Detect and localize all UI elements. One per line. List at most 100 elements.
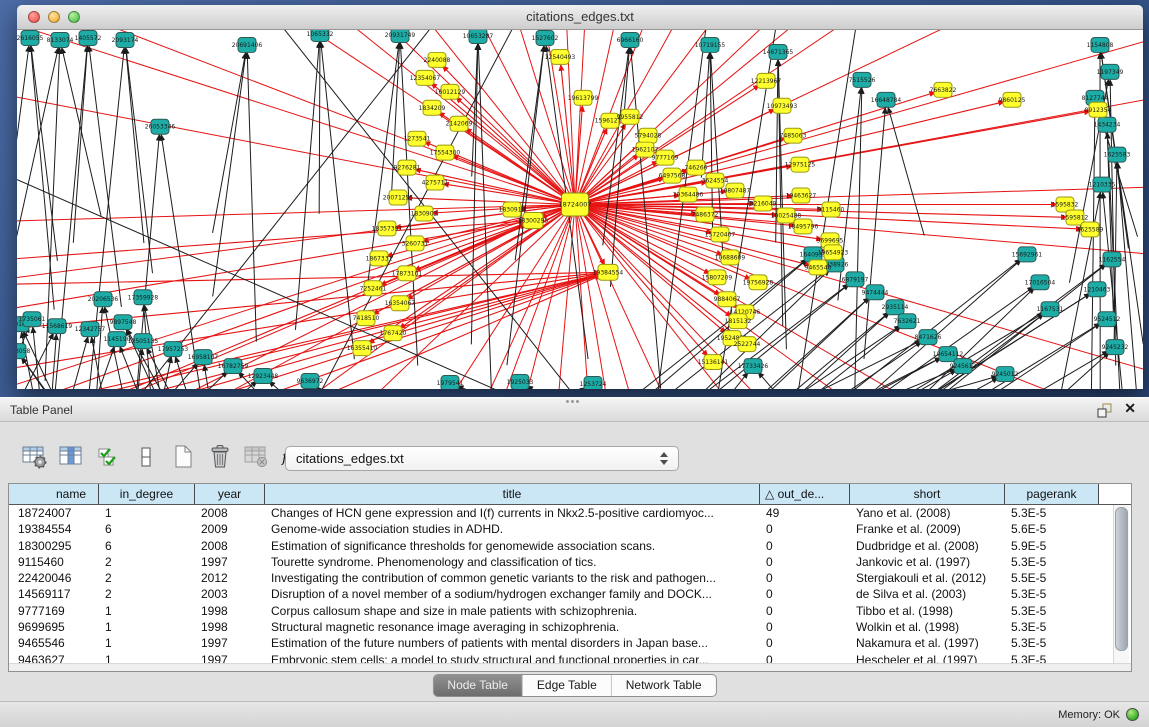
network-node[interactable]: 5794028 [635, 128, 662, 143]
tab-network-table[interactable]: Network Table [611, 675, 716, 696]
network-node[interactable]: 11568619 [42, 319, 73, 334]
network-node[interactable]: 9245012 [992, 367, 1019, 382]
network-node[interactable]: 9777169 [652, 150, 679, 165]
network-node[interactable]: 9860125 [999, 92, 1026, 107]
delete-table-button[interactable] [205, 443, 234, 470]
network-node[interactable]: 10719155 [695, 37, 726, 52]
network-node[interactable]: 12354067 [410, 70, 441, 85]
network-node[interactable]: 9636972 [297, 374, 324, 389]
network-node[interactable]: 8133074 [47, 32, 74, 47]
column-header-year[interactable]: year [195, 484, 265, 504]
network-node[interactable]: 1979541 [437, 376, 464, 389]
network-node[interactable]: 6879197 [842, 272, 869, 287]
network-node[interactable]: 10653287 [463, 30, 494, 43]
network-node[interactable]: 3624554 [702, 173, 729, 188]
network-node[interactable]: 1767420 [380, 326, 407, 341]
network-node[interactable]: 2522744 [734, 337, 761, 352]
column-header-short[interactable]: short [850, 484, 1005, 504]
network-node[interactable]: 8471626 [915, 330, 942, 345]
network-node[interactable]: 1154808 [1087, 37, 1114, 52]
network-node[interactable]: 12975125 [785, 157, 816, 172]
close-panel-icon[interactable]: ✕ [1124, 400, 1136, 417]
network-node[interactable]: 12505135 [128, 334, 159, 349]
network-node[interactable]: 1527602 [532, 30, 559, 45]
network-view[interactable]: 261605581330741405572 2093174 20691406 1065… [17, 30, 1143, 389]
scrollbar-thumb[interactable] [1115, 507, 1128, 651]
network-node[interactable]: 7663822 [930, 82, 957, 97]
network-node[interactable]: 7485063 [780, 128, 807, 143]
column-header-title[interactable]: title [265, 484, 760, 504]
network-node[interactable]: 20206536 [88, 292, 119, 307]
network-node[interactable]: 19613799 [568, 90, 599, 105]
import-table-button[interactable] [242, 443, 271, 470]
network-node[interactable]: 1834209 [419, 100, 446, 115]
network-node[interactable]: 1210463 [1084, 282, 1111, 297]
table-row[interactable]: 2242004622012Investigating the contribut… [9, 570, 1131, 586]
network-node[interactable]: 2935114 [882, 300, 909, 315]
column-header-out_degree[interactable]: △ out_de... [760, 484, 850, 504]
network-node[interactable]: 19756928 [743, 275, 774, 290]
network-node[interactable]: 2240088 [424, 52, 451, 67]
minimize-window-button[interactable] [48, 11, 60, 23]
network-node[interactable]: 1162554 [1099, 252, 1126, 267]
network-node[interactable]: 9245232 [1102, 340, 1129, 355]
select-rows-button[interactable] [94, 443, 123, 470]
table-row[interactable]: 1872400712008Changes of HCN gene express… [9, 505, 1131, 521]
column-header-name[interactable]: name [9, 484, 99, 504]
network-node[interactable]: 12213967 [751, 73, 782, 88]
network-node[interactable]: 7515526 [849, 72, 876, 87]
panel-resize-handle[interactable] [563, 399, 581, 405]
network-node[interactable]: 26053346 [145, 119, 176, 134]
network-node[interactable]: 1625589 [1077, 222, 1104, 237]
network-node[interactable]: 1210335 [1089, 177, 1116, 192]
network-node[interactable]: 746266 [685, 160, 708, 175]
network-node[interactable]: 1145190 [104, 332, 131, 347]
network-node[interactable]: 1253724 [580, 377, 607, 389]
network-node[interactable]: 1065332 [307, 30, 334, 41]
network-node[interactable]: 7486372 [692, 207, 719, 222]
network-node[interactable]: 17359928 [128, 290, 159, 305]
horizontal-scrollbar[interactable] [9, 663, 1131, 671]
network-node[interactable]: 1167531 [1037, 302, 1064, 317]
tab-edge-table[interactable]: Edge Table [522, 675, 611, 696]
table-row[interactable]: 946554611997Estimation of the future num… [9, 635, 1131, 651]
network-graph[interactable]: 261605581330741405572 2093174 20691406 1065… [17, 30, 1143, 389]
network-node[interactable]: 6966160 [617, 32, 644, 47]
table-row[interactable]: 911546021997Tourette syndrome. Phenomeno… [9, 554, 1131, 570]
network-node[interactable]: 19463627 [786, 188, 817, 203]
column-header-pagerank[interactable]: pagerank [1005, 484, 1099, 504]
network-node[interactable]: 20931749 [385, 30, 416, 42]
network-node[interactable]: 20691406 [232, 37, 263, 52]
network-node[interactable]: 16958107 [188, 350, 219, 365]
network-node[interactable]: 18724007 [558, 193, 591, 216]
table-row[interactable]: 1830029562008Estimation of significance … [9, 538, 1131, 554]
network-node[interactable]: 1533058 [17, 344, 31, 359]
network-node[interactable]: 7632621 [894, 314, 921, 329]
table-row[interactable]: 977716911998Corpus callosum shape and si… [9, 603, 1131, 619]
network-node[interactable]: 16648784 [871, 92, 902, 107]
show-columns-button[interactable] [57, 443, 86, 470]
network-node[interactable]: 16012129 [435, 84, 466, 99]
table-row[interactable]: 1938455462009Genome-wide association stu… [9, 521, 1131, 537]
network-node[interactable]: 1434234 [1094, 117, 1121, 132]
network-node[interactable]: 1197349 [1097, 64, 1124, 79]
close-window-button[interactable] [28, 11, 40, 23]
zoom-window-button[interactable] [68, 11, 80, 23]
network-node[interactable]: 17554300 [430, 145, 461, 160]
network-node[interactable]: 17016504 [1025, 275, 1056, 290]
network-node[interactable]: 12923448 [248, 369, 279, 384]
window-titlebar[interactable]: citations_edges.txt [17, 5, 1143, 30]
network-node[interactable]: 1405572 [75, 30, 102, 45]
network-node[interactable]: 2093174 [112, 32, 139, 47]
network-node[interactable]: 9474444 [862, 285, 889, 300]
vertical-scrollbar[interactable] [1113, 505, 1129, 663]
network-node[interactable]: 4275711 [422, 175, 449, 190]
network-node[interactable]: 2616055 [17, 30, 44, 45]
table-settings-button[interactable] [20, 443, 49, 470]
network-node[interactable]: 9276281 [394, 160, 421, 175]
tab-node-table[interactable]: Node Table [433, 675, 522, 696]
network-node[interactable]: 1925033 [507, 375, 534, 389]
network-node[interactable]: 9955812 [617, 109, 644, 124]
float-panel-icon[interactable] [1097, 403, 1113, 423]
network-node[interactable]: 3260731 [402, 236, 429, 251]
